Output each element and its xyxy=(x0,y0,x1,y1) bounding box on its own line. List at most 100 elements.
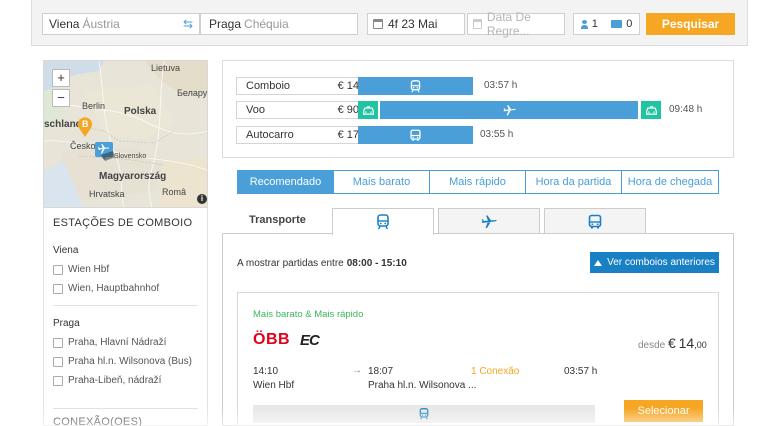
map-label: Hrvatska xyxy=(89,189,125,199)
map-label: Беларус xyxy=(177,88,208,98)
search-bar: Viena Áustria ⇆ Praga Chéquia 4f 23 Mai … xyxy=(31,0,748,46)
checkbox[interactable] xyxy=(53,264,63,275)
zoom-out-button[interactable]: − xyxy=(52,89,70,107)
station-label: Praha hl.n. Wilsonova (Bus) xyxy=(68,356,192,367)
result-tag: Mais barato & Mais rápido xyxy=(253,309,364,320)
compare-row-plane[interactable]: Voo € 90 09:48 h xyxy=(236,101,716,119)
station-label: Praha-Libeň, nádraží xyxy=(68,375,162,386)
trip-duration: 03:57 h xyxy=(564,366,598,377)
departure-station: Wien Hbf xyxy=(253,380,295,391)
bus-icon xyxy=(587,214,603,230)
train-icon xyxy=(409,80,422,93)
mode-price: € 90 xyxy=(337,104,359,116)
divider xyxy=(53,408,198,409)
station-checkbox-row[interactable]: Wien, Hauptbahnhof xyxy=(53,283,159,294)
price-cents: ,00 xyxy=(694,340,707,350)
taxi-segment xyxy=(358,101,378,119)
departure-date-field[interactable]: 4f 23 Mai xyxy=(367,13,465,35)
mode-name: Voo xyxy=(246,104,265,116)
transport-label: Transporte xyxy=(249,214,306,226)
tab-train[interactable] xyxy=(332,208,434,235)
destination-field[interactable]: Praga Chéquia xyxy=(200,13,358,35)
return-date-field[interactable]: Data De Regre... xyxy=(467,10,565,38)
details-toggle[interactable] xyxy=(253,405,595,423)
tab-hora-partida[interactable]: Hora da partida xyxy=(525,170,622,194)
destination-country: Chéquia xyxy=(244,17,289,31)
connections-title: CONEXÃO(OES) xyxy=(53,416,143,426)
station-checkbox-row[interactable]: Praha-Libeň, nádraží xyxy=(53,375,161,386)
checkbox[interactable] xyxy=(53,356,63,367)
origin-city: Viena xyxy=(49,17,80,31)
map-marker-shadow xyxy=(101,151,115,161)
map-label: Magyarország xyxy=(99,171,167,182)
select-button[interactable]: Selecionar xyxy=(624,400,703,422)
tab-mais-barato[interactable]: Mais barato xyxy=(333,170,430,194)
plane-icon xyxy=(481,214,497,230)
range-prefix: A mostrar partidas entre xyxy=(237,258,344,269)
mode-duration: 03:55 h xyxy=(480,129,514,140)
departure-range: A mostrar partidas entre 08:00 - 15:10 xyxy=(237,258,407,269)
origin-field[interactable]: Viena Áustria ⇆ xyxy=(42,13,200,35)
mode-duration: 03:57 h xyxy=(484,80,518,91)
sort-tabs: Recomendado Mais barato Mais rápido Hora… xyxy=(237,170,719,194)
return-date-placeholder: Data De Regre... xyxy=(486,10,531,38)
tab-hora-chegada[interactable]: Hora de chegada xyxy=(621,170,719,194)
map-label: Lietuva xyxy=(151,63,181,73)
mode-price: € 17 xyxy=(337,129,359,141)
origin-country: Áustria xyxy=(82,17,120,31)
range-value: 08:00 - 15:10 xyxy=(346,258,407,269)
duration-bar xyxy=(358,126,473,144)
passengers-field[interactable]: 1 0 xyxy=(573,13,640,35)
calendar-icon xyxy=(473,19,482,29)
checkbox[interactable] xyxy=(53,337,63,348)
earlier-trains-button[interactable]: Ver comboios anteriores xyxy=(590,252,719,273)
mode-duration: 09:48 h xyxy=(669,104,703,115)
mode-name: Autocarro xyxy=(246,129,294,141)
train-icon xyxy=(418,408,430,420)
search-button[interactable]: Pesquisar xyxy=(646,13,735,35)
station-checkbox-row[interactable]: Wien Hbf xyxy=(53,264,109,275)
price-currency: € xyxy=(668,335,676,351)
departure-time: 14:10 xyxy=(253,366,279,377)
price-prefix: desde xyxy=(638,340,666,351)
calendar-icon xyxy=(373,19,383,29)
tab-plane[interactable] xyxy=(438,208,540,234)
divider xyxy=(53,305,198,306)
station-label: Praha, Hlavní Nádraží xyxy=(68,337,167,348)
checkbox[interactable] xyxy=(53,283,63,294)
destination-city: Praga xyxy=(209,17,242,31)
map-label: Polska xyxy=(124,106,157,117)
arrival-time: 18:07 xyxy=(368,366,394,377)
mode-comparison: Comboio € 14 03:57 h Voo € 90 09:48 h Au… xyxy=(222,60,734,158)
plane-icon xyxy=(503,104,516,117)
swap-icon[interactable]: ⇆ xyxy=(183,17,193,31)
departure-date: 4f 23 Mai xyxy=(388,17,438,31)
operator-logo: ÖBB xyxy=(253,331,291,348)
taxi-icon xyxy=(362,104,375,117)
route-map[interactable]: + − Lietuva Беларус Berlin Polska schlan… xyxy=(43,60,208,208)
zoom-in-button[interactable]: + xyxy=(52,69,70,87)
tab-recomendado[interactable]: Recomendado xyxy=(237,170,334,194)
station-label: Wien Hbf xyxy=(68,264,110,275)
price: desde € 14,00 xyxy=(638,335,707,351)
tab-mais-rapido[interactable]: Mais rápido xyxy=(429,170,526,194)
train-type-logo: EC xyxy=(300,332,320,349)
checkbox[interactable] xyxy=(53,375,63,386)
adults-count: 1 xyxy=(591,18,598,30)
taxi-icon xyxy=(645,104,658,117)
taxi-segment xyxy=(641,101,661,119)
map-label: Česko xyxy=(70,141,96,151)
bus-icon xyxy=(409,129,422,142)
mode-price: € 14 xyxy=(337,80,359,92)
station-checkbox-row[interactable]: Praha hl.n. Wilsonova (Bus) xyxy=(53,356,192,367)
tab-bus[interactable] xyxy=(544,208,646,234)
station-checkbox-row[interactable]: Praha, Hlavní Nádraží xyxy=(53,337,166,348)
map-label: Slovensko xyxy=(114,153,147,160)
compare-row-train[interactable]: Comboio € 14 03:57 h xyxy=(236,77,716,95)
earlier-trains-label: Ver comboios anteriores xyxy=(607,257,715,268)
train-icon xyxy=(375,214,391,230)
filter-group-title: Viena xyxy=(53,245,79,256)
connections-link[interactable]: 1 Conexão xyxy=(471,366,519,377)
info-icon[interactable]: i xyxy=(197,194,207,204)
compare-row-bus[interactable]: Autocarro € 17 03:55 h xyxy=(236,126,716,144)
